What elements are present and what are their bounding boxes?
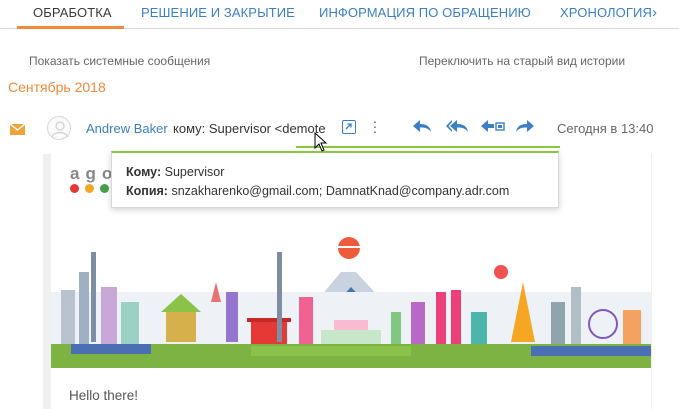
reply-icon[interactable] — [413, 120, 431, 132]
email-greeting: Hello there! — [69, 388, 139, 403]
avatar[interactable] — [47, 116, 71, 140]
tab-timeline[interactable]: ХРОНОЛОГИЯ — [560, 5, 652, 20]
active-tab-indicator — [17, 26, 124, 29]
month-group-header: Сентябрь 2018 — [8, 79, 106, 95]
message-date: Сегодня в 13:40 — [557, 121, 654, 136]
chevron-right-icon[interactable]: › — [652, 4, 657, 21]
tab-case-info[interactable]: ИНФОРМАЦИЯ ПО ОБРАЩЕНИЮ — [319, 5, 531, 20]
tab-processing[interactable]: ОБРАБОТКА — [33, 5, 112, 20]
open-external-icon[interactable] — [342, 120, 356, 134]
tab-resolution[interactable]: РЕШЕНИЕ И ЗАКРЫТИЕ — [141, 5, 295, 20]
popup-cc-row: Копия: snzakharenko@gmail.com; DamnatKna… — [126, 184, 509, 198]
popup-to-row: Кому: Supervisor — [126, 165, 224, 179]
switch-old-history-link[interactable]: Переключить на старый вид истории — [419, 54, 625, 68]
popup-to-value: Supervisor — [164, 165, 225, 179]
mouse-cursor-icon — [314, 131, 328, 152]
popup-cc-label: Копия: — [126, 184, 168, 198]
envelope-icon — [9, 123, 26, 135]
user-icon — [51, 121, 69, 138]
tab-bar: ОБРАБОТКА РЕШЕНИЕ И ЗАКРЫТИЕ ИНФОРМАЦИЯ … — [0, 0, 679, 29]
author-link[interactable]: Andrew Baker — [86, 121, 168, 136]
popup-to-label: Кому: — [126, 165, 162, 179]
reply-all-icon[interactable] — [446, 120, 468, 132]
popup-accent-line — [296, 146, 560, 148]
travel-landmarks-illustration — [51, 237, 651, 368]
reply-with-attachment-icon[interactable] — [481, 120, 505, 132]
forward-icon[interactable] — [516, 120, 534, 132]
recipients-popup: Кому: Supervisor Копия: snzakharenko@gma… — [111, 151, 559, 208]
show-system-messages-link[interactable]: Показать системные сообщения — [29, 54, 210, 68]
recipient-summary[interactable]: кому: Supervisor <demote — [173, 121, 326, 136]
more-vertical-icon[interactable]: · · · — [372, 114, 378, 138]
popup-cc-value: snzakharenko@gmail.com; DamnatKnad@compa… — [171, 184, 510, 198]
